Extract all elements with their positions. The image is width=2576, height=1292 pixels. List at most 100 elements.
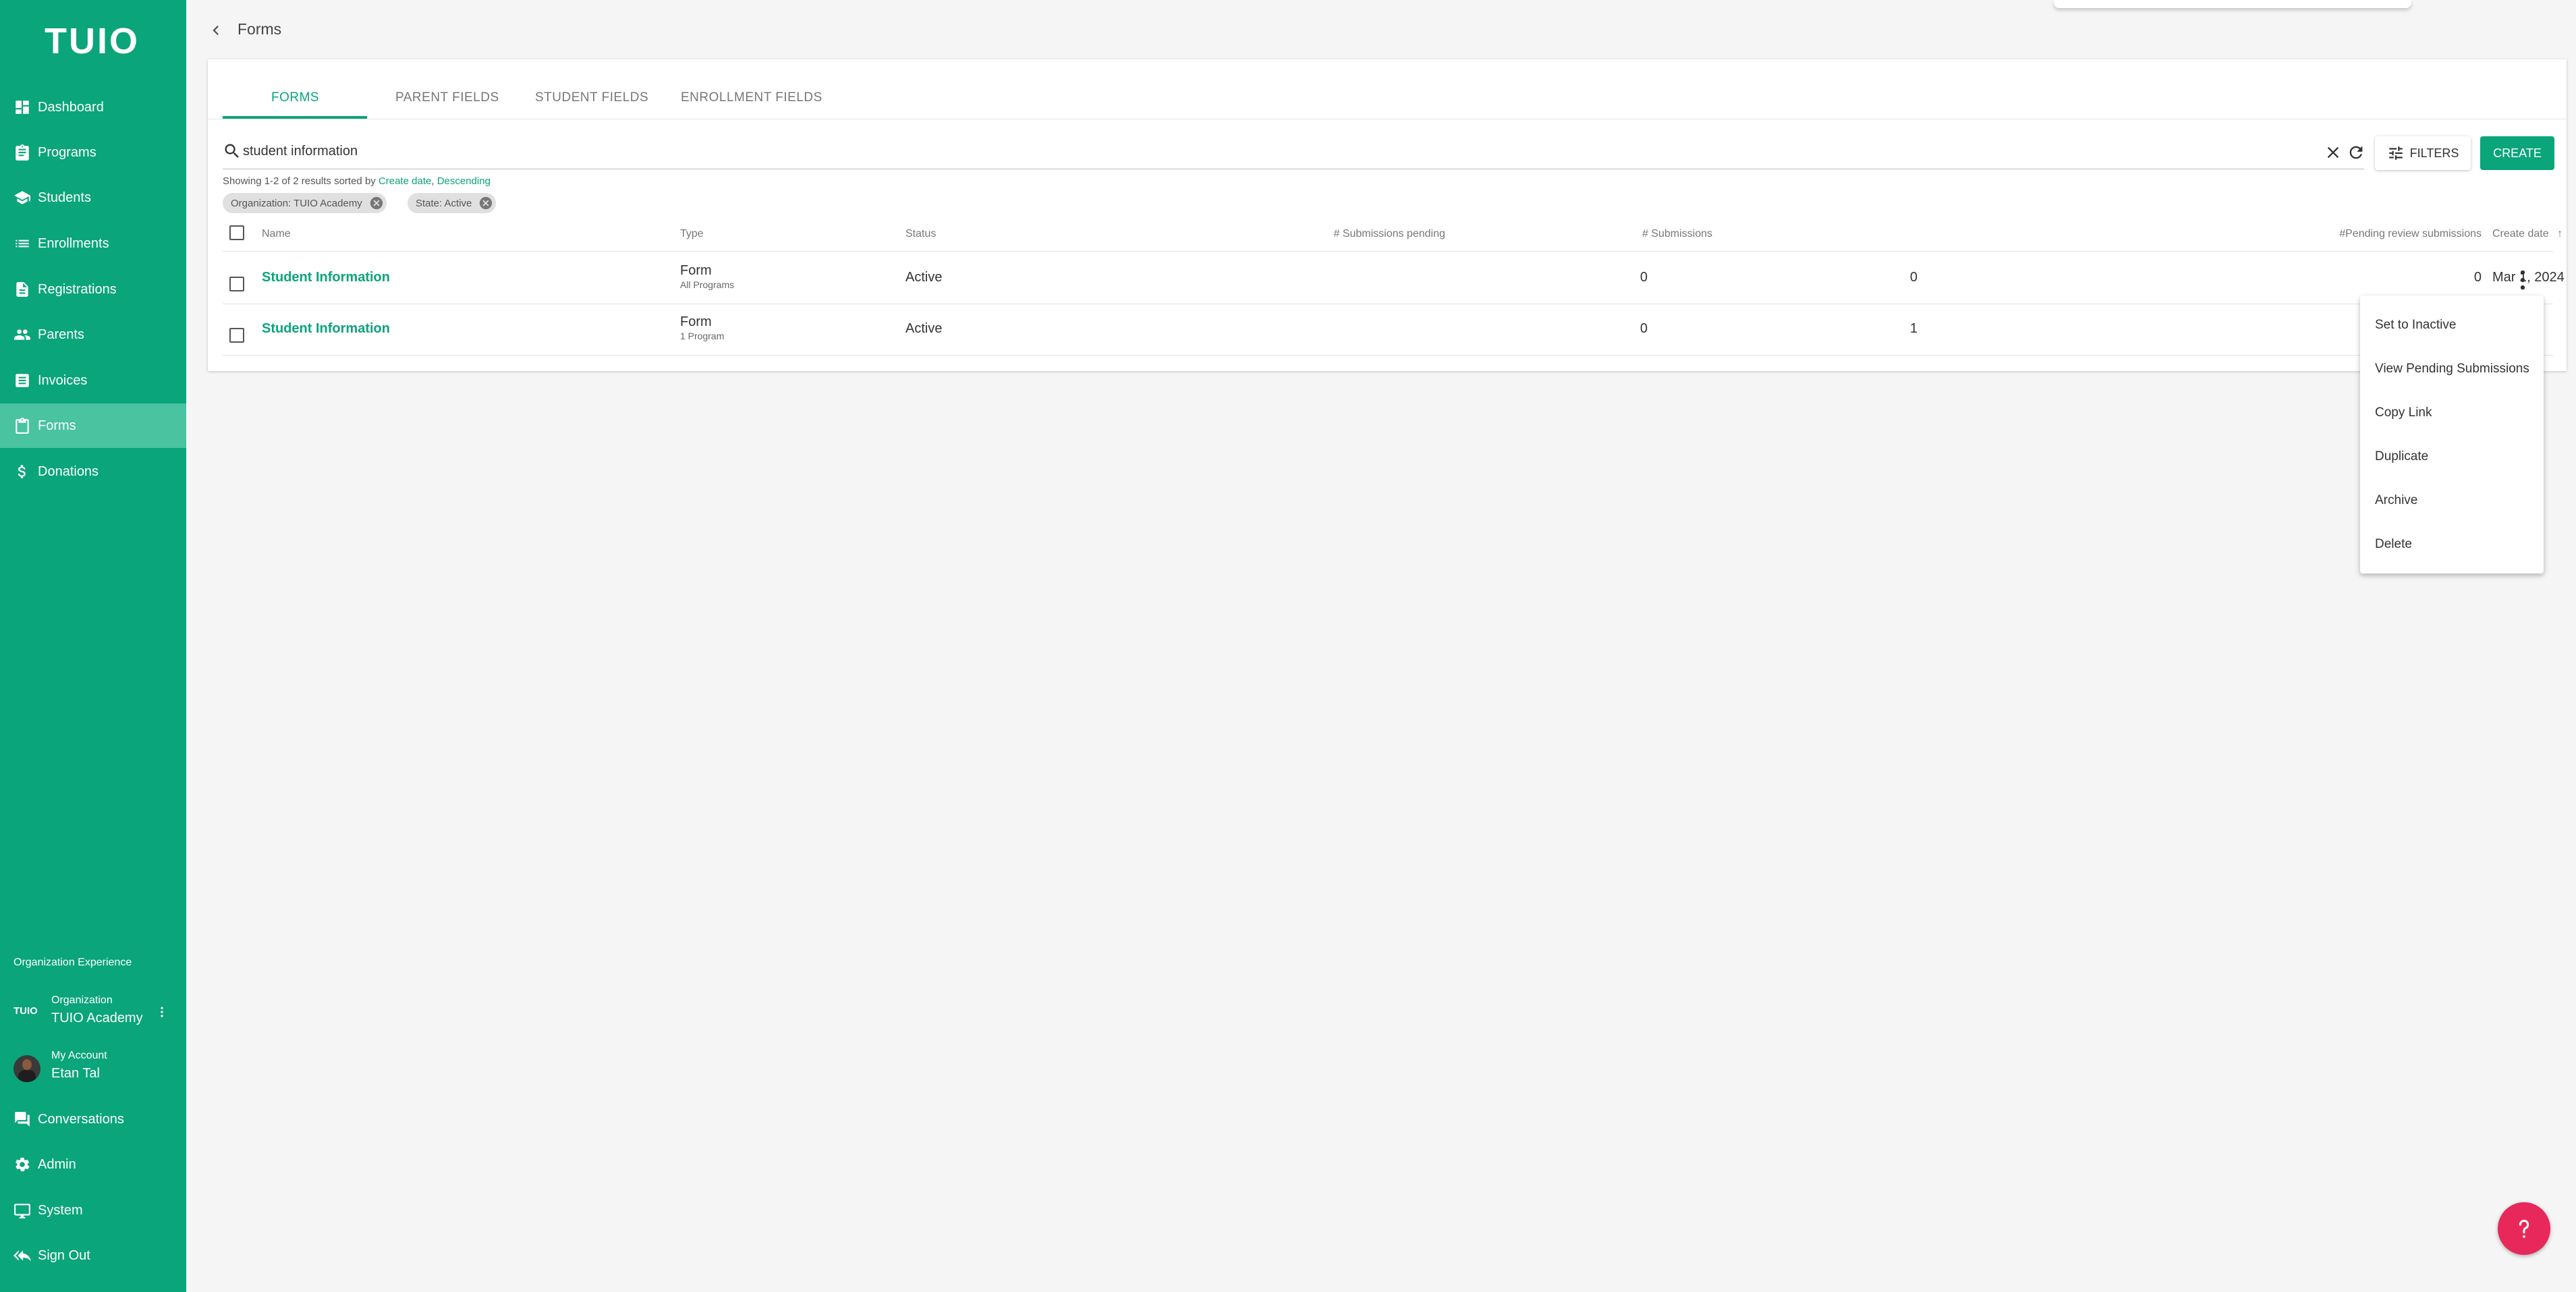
column-header-submissions[interactable]: # Submissions [1490,228,1712,240]
account-name: Etan Tal [51,1066,100,1081]
monitor-icon [13,1202,31,1219]
people-icon [13,326,31,343]
form-scope: All Programs [680,279,735,290]
sidebar-item-label: Students [38,190,91,205]
sidebar-item-label: Conversations [38,1111,124,1127]
popover-edge [2054,0,2411,8]
chat-icon [13,1111,31,1128]
sidebar: TUIO Dashboard Programs Students Enrollm… [0,0,186,1292]
chip-label: State: Active [416,197,472,209]
filter-chip-state: State: Active [408,193,497,213]
sidebar-item-label: Admin [38,1156,76,1172]
dashboard-icon [13,99,31,116]
column-header-status[interactable]: Status [905,228,936,240]
menu-item-archive[interactable]: Archive [2360,479,2544,522]
search-input[interactable] [243,140,2294,162]
sidebar-item-programs[interactable]: Programs [0,130,186,175]
form-name-link[interactable]: Student Information [262,321,390,337]
results-separator: , [431,175,437,187]
sidebar-item-registrations[interactable]: Registrations [0,267,186,312]
form-type: Form [680,314,712,329]
organization-switcher[interactable]: TUIO Organization TUIO Academy [0,992,186,1032]
create-button[interactable]: CREATE [2480,136,2554,170]
sidebar-item-system[interactable]: System [0,1188,186,1233]
sidebar-item-admin[interactable]: Admin [0,1142,186,1187]
help-icon [2519,1219,2529,1238]
my-account[interactable]: My Account Etan Tal [0,1047,186,1088]
clipboard-icon [13,144,31,161]
receipt-icon [13,372,31,389]
column-header-name[interactable]: Name [262,228,291,240]
filters-label: FILTERS [2409,146,2459,160]
row-actions-icon[interactable] [2510,267,2536,293]
document-icon [13,281,31,298]
column-header-submissions-pending[interactable]: # Submissions pending [1220,228,1445,240]
row-actions-menu: Set to Inactive View Pending Submissions… [2360,296,2544,573]
sidebar-item-parents[interactable]: Parents [0,312,186,357]
account-label: My Account [51,1050,107,1061]
organization-label: Organization [51,994,113,1006]
sidebar-item-label: System [38,1202,83,1218]
avatar [13,1055,40,1082]
menu-item-duplicate[interactable]: Duplicate [2360,435,2544,478]
sidebar-item-donations[interactable]: Donations [0,449,186,494]
form-scope: 1 Program [680,331,725,341]
forms-card: FORMS PARENT FIELDS STUDENT FIELDS ENROL… [208,59,2567,371]
sidebar-item-label: Forms [38,418,76,433]
menu-item-view-pending-submissions[interactable]: View Pending Submissions [2360,347,2544,391]
sidebar-item-dashboard[interactable]: Dashboard [0,85,186,130]
menu-item-set-inactive[interactable]: Set to Inactive [2360,304,2544,347]
menu-item-delete[interactable]: Delete [2360,523,2544,566]
row-checkbox[interactable] [229,328,244,343]
form-status: Active [905,270,943,285]
more-vert-icon[interactable] [155,1000,169,1024]
refresh-icon[interactable] [2347,143,2365,162]
results-summary: Showing 1-2 of 2 results sorted by Creat… [223,175,491,187]
column-header-type[interactable]: Type [680,228,704,240]
submissions-count: 1 [1909,321,1917,336]
cancel-icon[interactable] [369,196,384,210]
sidebar-item-forms[interactable]: Forms [0,403,186,448]
submissions-pending-count: 0 [1640,321,1648,336]
column-header-create-date[interactable]: Create date ↑ [2492,228,2563,240]
chip-label: Organization: TUIO Academy [231,197,362,209]
back-arrow-icon[interactable] [206,19,225,42]
school-icon [13,189,31,206]
form-type: Form [680,263,712,278]
close-icon[interactable] [2324,143,2343,162]
gear-icon [13,1156,31,1173]
sidebar-item-sign-out[interactable]: Sign Out [0,1233,186,1278]
organization-logo: TUIO [13,1005,38,1017]
form-icon [13,417,31,434]
sort-field-link[interactable]: Create date [379,175,431,187]
tab-parent-fields[interactable]: PARENT FIELDS [395,90,499,105]
tab-student-fields[interactable]: STUDENT FIELDS [535,90,648,105]
filter-chip-organization: Organization: TUIO Academy [223,193,387,213]
tab-enrollment-fields[interactable]: ENROLLMENT FIELDS [681,90,822,105]
list-icon [13,235,31,252]
filters-button[interactable]: FILTERS [2375,136,2471,170]
row-divider [223,355,2553,356]
header-divider [223,251,2553,252]
menu-item-copy-link[interactable]: Copy Link [2360,391,2544,434]
sidebar-item-label: Invoices [38,372,88,388]
sidebar-item-conversations[interactable]: Conversations [0,1097,186,1142]
form-name-link[interactable]: Student Information [262,270,390,285]
sidebar-item-enrollments[interactable]: Enrollments [0,221,186,266]
row-checkbox[interactable] [229,277,244,291]
organization-experience-label: Organization Experience [13,957,132,968]
select-all-checkbox[interactable] [229,225,244,240]
tune-icon [2388,146,2403,160]
tuio-logo[interactable]: TUIO [45,20,140,62]
submissions-pending-count: 0 [1640,270,1648,285]
cancel-icon[interactable] [478,196,493,210]
sidebar-item-label: Donations [38,464,99,479]
column-header-pending-review[interactable]: #Pending review submissions [1827,228,2482,240]
sidebar-item-students[interactable]: Students [0,175,186,220]
submissions-count: 0 [1909,270,1917,285]
results-text: Showing 1-2 of 2 results sorted by [223,175,379,187]
tab-forms[interactable]: FORMS [271,90,319,105]
sort-order-link[interactable]: Descending [437,175,491,187]
help-button[interactable] [2498,1202,2550,1255]
sidebar-item-invoices[interactable]: Invoices [0,358,186,403]
